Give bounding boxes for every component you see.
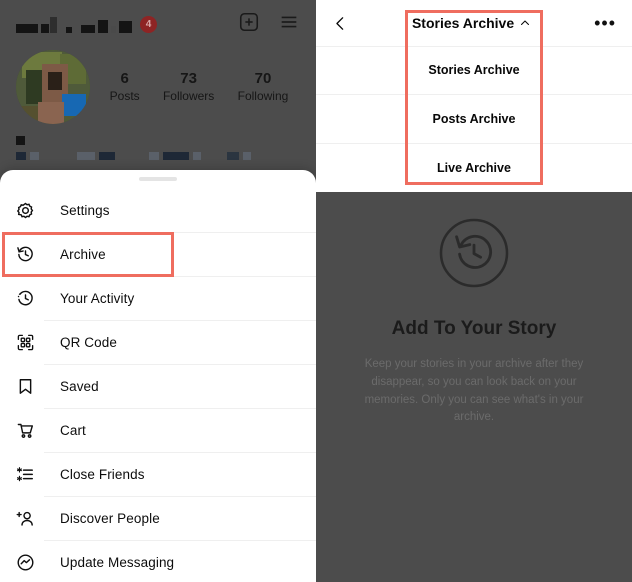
stat-followers[interactable]: 73 Followers	[163, 70, 214, 104]
menu-item-your-activity[interactable]: Your Activity	[0, 276, 316, 320]
chevron-left-icon[interactable]	[332, 15, 349, 32]
gear-icon	[16, 201, 42, 220]
redaction-block	[50, 17, 57, 33]
redaction-block	[16, 136, 25, 145]
menu-item-discover-people[interactable]: Discover People	[0, 496, 316, 540]
redaction-block	[163, 152, 189, 160]
redaction-block	[77, 152, 95, 160]
menu-item-cart[interactable]: Cart	[0, 408, 316, 452]
avatar[interactable]	[16, 50, 90, 124]
dropdown-option-label: Live Archive	[437, 160, 511, 175]
avatar-pixel	[38, 102, 64, 124]
dropdown-option-posts-archive[interactable]: Posts Archive	[316, 94, 632, 143]
profile-content: 4 6 Posts 73 Followers 70 Following	[0, 0, 316, 160]
redaction-block	[41, 24, 49, 33]
options-bottom-sheet: Settings Archive Your Activity QR Code S…	[0, 170, 316, 582]
redaction-block	[66, 27, 72, 33]
drag-handle[interactable]	[139, 176, 177, 181]
dropdown-option-label: Posts Archive	[432, 111, 516, 126]
archive-title: Stories Archive	[411, 15, 515, 31]
menu-item-qr-code[interactable]: QR Code	[0, 320, 316, 364]
redaction-block	[149, 152, 159, 160]
avatar-pixel	[62, 94, 86, 116]
redaction-block	[227, 152, 239, 160]
avatar-pixel	[48, 72, 62, 90]
empty-state-title: Add To Your Story	[391, 318, 557, 339]
menu-item-saved[interactable]: Saved	[0, 364, 316, 408]
stat-posts[interactable]: 6 Posts	[110, 70, 140, 104]
archive-empty-state: Add To Your Story Keep your stories in y…	[316, 192, 632, 582]
redaction-block	[81, 25, 95, 33]
qr-code-icon	[16, 333, 42, 352]
redaction-block	[16, 24, 38, 33]
dropdown-option-live-archive[interactable]: Live Archive	[316, 143, 632, 192]
avatar-pixel	[20, 106, 38, 124]
menu-item-archive[interactable]: Archive	[0, 232, 316, 276]
profile-stats: 6 Posts 73 Followers 70 Following	[90, 70, 300, 104]
stat-label: Posts	[109, 88, 140, 103]
activity-clock-icon	[16, 289, 42, 308]
profile-main: 6 Posts 73 Followers 70 Following	[0, 44, 316, 124]
stat-label: Following	[237, 88, 289, 103]
dropdown-option-label: Stories Archive	[428, 63, 520, 77]
archive-clock-circle-icon	[438, 217, 510, 294]
notification-badge: 4	[140, 16, 157, 33]
menu-item-label: Your Activity	[60, 290, 135, 306]
menu-item-label: Close Friends	[60, 466, 145, 482]
menu-item-label: Settings	[60, 202, 110, 218]
menu-item-label: Cart	[60, 422, 86, 438]
redaction-block	[99, 152, 115, 160]
profile-bio-redacted	[0, 124, 316, 160]
stat-value: 73	[180, 69, 197, 87]
menu-item-close-friends[interactable]: Close Friends	[0, 452, 316, 496]
empty-state-description: Keep your stories in your archive after …	[364, 358, 584, 424]
menu-item-label: Update Messaging	[60, 554, 175, 570]
archive-clock-icon	[16, 245, 42, 264]
redaction-block	[98, 20, 108, 33]
plus-square-icon[interactable]	[238, 11, 260, 33]
bio-line	[16, 152, 300, 160]
close-friends-list-icon	[16, 465, 42, 484]
redaction-block	[243, 152, 251, 160]
redaction-block	[30, 152, 39, 160]
redaction-block	[193, 152, 201, 160]
profile-topbar: 4	[0, 0, 316, 44]
screen-root: 4 6 Posts 73 Followers 70 Following Sett…	[0, 0, 632, 582]
ellipsis-icon[interactable]: •••	[594, 14, 616, 32]
chevron-up-icon	[519, 17, 531, 29]
dropdown-option-stories-archive[interactable]: Stories Archive	[316, 46, 632, 94]
settings-menu-list: Settings Archive Your Activity QR Code S…	[0, 187, 316, 582]
sheet-handle-area[interactable]	[0, 170, 316, 187]
bio-line	[16, 136, 300, 145]
redaction-block	[16, 152, 26, 160]
messenger-icon	[16, 553, 42, 572]
redaction-block	[119, 21, 132, 33]
menu-item-settings[interactable]: Settings	[0, 188, 316, 232]
username-redacted[interactable]: 4	[16, 11, 157, 33]
add-person-icon	[16, 509, 42, 528]
shopping-cart-icon	[16, 421, 42, 440]
profile-pane: 4 6 Posts 73 Followers 70 Following Sett…	[0, 0, 316, 582]
archive-header: Stories Archive •••	[316, 0, 632, 46]
stat-following[interactable]: 70 Following	[238, 70, 289, 104]
stat-value: 70	[254, 69, 272, 87]
menu-item-update-messaging[interactable]: Update Messaging	[0, 540, 316, 582]
stat-value: 6	[120, 69, 129, 87]
stat-label: Followers	[162, 88, 215, 103]
menu-item-label: QR Code	[60, 334, 117, 350]
bookmark-icon	[16, 377, 42, 396]
menu-item-label: Archive	[60, 246, 106, 262]
redaction-block	[111, 26, 116, 33]
menu-item-label: Saved	[60, 378, 99, 394]
archive-title-dropdown-toggle[interactable]: Stories Archive	[349, 15, 594, 31]
archive-pane: Stories Archive ••• Stories Archive Post…	[316, 0, 632, 582]
hamburger-icon[interactable]	[278, 11, 300, 33]
menu-item-label: Discover People	[60, 510, 160, 526]
archive-dropdown-menu: Stories Archive Posts Archive Live Archi…	[316, 46, 632, 192]
